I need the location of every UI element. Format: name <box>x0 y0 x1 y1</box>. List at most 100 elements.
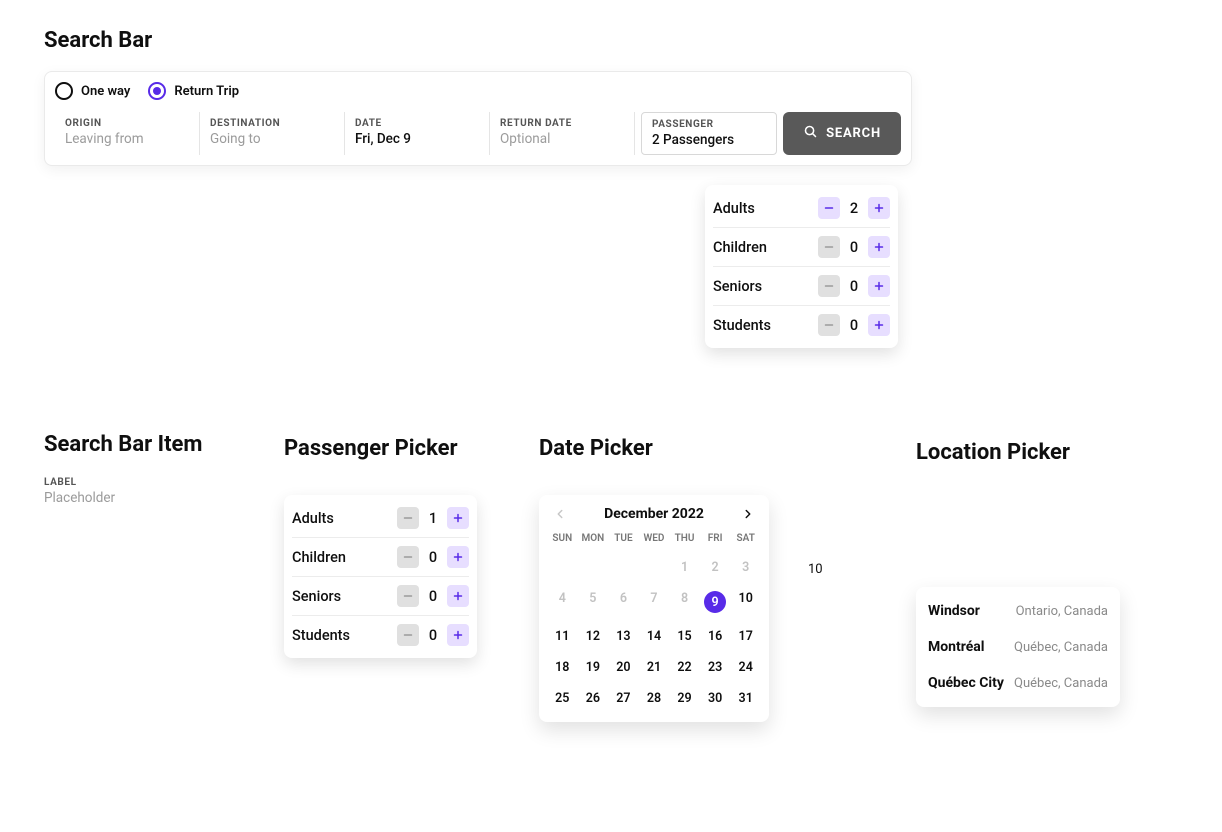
calendar-day: 3 <box>730 556 761 579</box>
calendar-day[interactable]: 27 <box>608 687 639 710</box>
calendar-day[interactable]: 25 <box>547 687 578 710</box>
prev-month-button[interactable] <box>551 505 569 523</box>
passenger-row-controls: 2 <box>818 197 890 219</box>
calendar-day[interactable]: 15 <box>669 625 700 648</box>
passenger-row: Seniors0 <box>713 266 890 305</box>
calendar-day[interactable]: 20 <box>608 656 639 679</box>
plus-icon <box>873 238 885 257</box>
increment-button[interactable] <box>868 197 890 219</box>
calendar-day[interactable]: 30 <box>700 687 731 710</box>
trip-type-return[interactable]: Return Trip <box>148 82 239 100</box>
search-bar-title: Search Bar <box>44 28 912 53</box>
radio-icon <box>148 82 166 100</box>
return-date-label: RETURN DATE <box>500 118 624 129</box>
increment-button[interactable] <box>447 624 469 646</box>
date-picker-card: December 2022 SUNMONTUEWEDTHUFRISAT12345… <box>539 495 769 722</box>
decrement-button <box>818 236 840 258</box>
calendar-day[interactable]: 12 <box>578 625 609 648</box>
search-button[interactable]: SEARCH <box>783 112 901 155</box>
increment-button[interactable] <box>868 275 890 297</box>
passenger-field[interactable]: PASSENGER 2 Passengers <box>641 112 777 155</box>
day-of-week-header: WED <box>639 529 670 548</box>
destination-field[interactable]: DESTINATION Going to <box>200 112 345 155</box>
destination-value: Going to <box>210 131 334 147</box>
location-picker-title: Location Picker <box>916 440 1120 465</box>
increment-button[interactable] <box>447 585 469 607</box>
minus-icon <box>402 626 414 645</box>
calendar-day: 4 <box>547 587 578 617</box>
location-item[interactable]: MontréalQuébec, Canada <box>928 629 1108 665</box>
calendar-day[interactable]: 24 <box>730 656 761 679</box>
next-month-button[interactable] <box>739 505 757 523</box>
passenger-row-label: Students <box>292 627 350 644</box>
chevron-right-icon <box>741 507 755 521</box>
passenger-row-controls: 0 <box>818 236 890 258</box>
calendar-day[interactable]: 18 <box>547 656 578 679</box>
calendar-day[interactable]: 16 <box>700 625 731 648</box>
calendar-day[interactable]: 22 <box>669 656 700 679</box>
passenger-row: Adults 2 <box>713 189 890 227</box>
passenger-count: 0 <box>848 317 860 334</box>
decrement-button <box>397 585 419 607</box>
decrement-button <box>397 624 419 646</box>
passenger-row-controls: 0 <box>397 585 469 607</box>
search-icon <box>803 124 818 143</box>
calendar-day: 1 <box>669 556 700 579</box>
passenger-row: Students 0 <box>713 305 890 344</box>
trip-type-one-way[interactable]: One way <box>55 82 130 100</box>
decrement-button[interactable] <box>818 197 840 219</box>
calendar-day[interactable]: 28 <box>639 687 670 710</box>
increment-button[interactable] <box>447 507 469 529</box>
calendar-day[interactable]: 13 <box>608 625 639 648</box>
location-region: Ontario, Canada <box>1016 604 1108 619</box>
passenger-value: 2 Passengers <box>652 132 766 148</box>
day-of-week-header: MON <box>578 529 609 548</box>
return-date-field[interactable]: RETURN DATE Optional <box>490 112 635 155</box>
passenger-row-controls: 0 <box>818 275 890 297</box>
search-fields: ORIGIN Leaving from DESTINATION Going to… <box>55 112 901 155</box>
passenger-row-label: Adults <box>713 200 755 217</box>
calendar-day[interactable]: 26 <box>578 687 609 710</box>
calendar-day[interactable]: 10 <box>730 587 761 617</box>
calendar-month-label: December 2022 <box>604 506 704 522</box>
sb-item-demo-label: LABEL <box>44 477 202 488</box>
decrement-button <box>397 507 419 529</box>
location-item[interactable]: Québec CityQuébec, Canada <box>928 665 1108 701</box>
passenger-row-controls: 0 <box>397 546 469 568</box>
passenger-popup: Adults2Children0Seniors0Students0 <box>705 185 898 348</box>
calendar-day[interactable]: 29 <box>669 687 700 710</box>
origin-field[interactable]: ORIGIN Leaving from <box>55 112 200 155</box>
calendar-day-selected[interactable]: 9 <box>700 587 731 617</box>
increment-button[interactable] <box>868 236 890 258</box>
origin-label: ORIGIN <box>65 118 189 129</box>
day-of-week-header: FRI <box>700 529 731 548</box>
search-bar-item-title: Search Bar Item <box>44 432 202 457</box>
increment-button[interactable] <box>447 546 469 568</box>
calendar-day[interactable]: 14 <box>639 625 670 648</box>
calendar-day[interactable]: 21 <box>639 656 670 679</box>
passenger-row-controls: 0 <box>818 314 890 336</box>
stray-day-text: 10 <box>808 562 823 577</box>
calendar-header: December 2022 <box>547 505 761 529</box>
calendar-day[interactable]: 17 <box>730 625 761 648</box>
search-bar-card: One way Return Trip ORIGIN Leaving from … <box>44 71 912 166</box>
passenger-row: Students 0 <box>292 615 469 654</box>
passenger-count: 1 <box>427 510 439 527</box>
passenger-row-label: Students <box>713 317 771 334</box>
plus-icon <box>452 626 464 645</box>
calendar-day[interactable]: 31 <box>730 687 761 710</box>
search-button-label: SEARCH <box>826 126 881 141</box>
passenger-row-controls: 0 <box>397 624 469 646</box>
calendar-day <box>608 556 639 579</box>
date-field[interactable]: DATE Fri, Dec 9 <box>345 112 490 155</box>
sb-item-demo-placeholder: Placeholder <box>44 490 202 506</box>
calendar-day[interactable]: 11 <box>547 625 578 648</box>
increment-button[interactable] <box>868 314 890 336</box>
calendar-day[interactable]: 19 <box>578 656 609 679</box>
passenger-row: Adults1 <box>292 499 469 537</box>
search-bar-item-demo[interactable]: LABEL Placeholder <box>44 477 202 506</box>
calendar-day[interactable]: 23 <box>700 656 731 679</box>
passenger-row: Seniors0 <box>292 576 469 615</box>
day-of-week-header: TUE <box>608 529 639 548</box>
location-item[interactable]: WindsorOntario, Canada <box>928 593 1108 629</box>
